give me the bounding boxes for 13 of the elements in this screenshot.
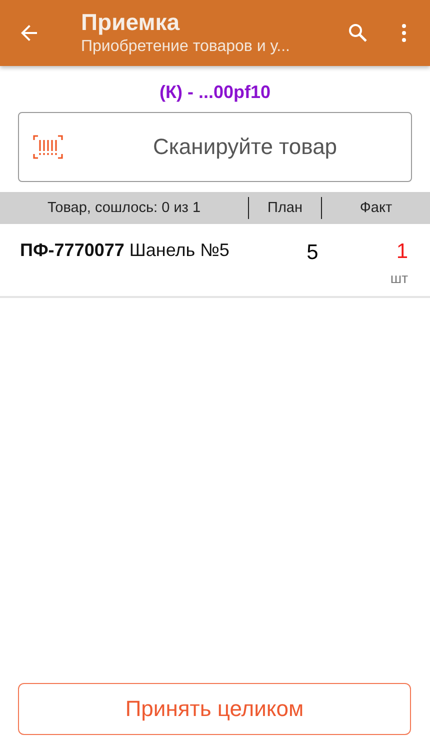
column-header: План: [266, 200, 304, 216]
document-number: (К) - ...00pf10: [158, 82, 272, 103]
item-name: ПФ-7770077 Шанель №5: [20, 240, 230, 261]
screen-subtitle: Приобретение товаров и у...: [81, 37, 291, 57]
unit-label: шт: [390, 270, 408, 286]
scan-field[interactable]: Сканируйте товар: [18, 112, 412, 182]
plan-quantity: 5: [306, 241, 318, 265]
fact-quantity: 1: [396, 240, 408, 264]
column-header: Товар, сошлось: 0 из 1: [46, 200, 202, 216]
barcode-icon: [33, 135, 63, 159]
screen-title: Приемка: [81, 8, 181, 36]
column-header: Факт: [358, 200, 394, 216]
accept-all-button[interactable]: Принять целиком: [18, 683, 411, 735]
